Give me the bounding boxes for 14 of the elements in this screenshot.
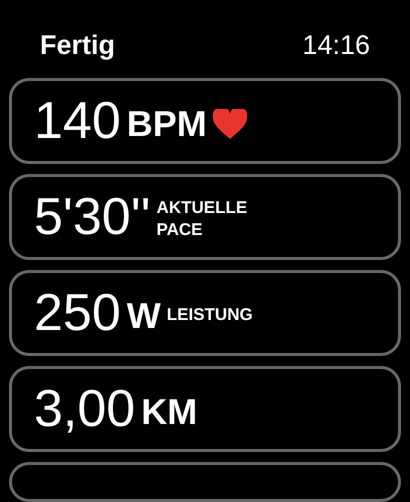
done-button[interactable]: Fertig <box>40 24 116 66</box>
metric-label: AKTUELLE PACE <box>156 196 248 241</box>
metric-label: LEISTUNG <box>166 304 254 326</box>
metric-value: 5'30'' <box>34 191 151 243</box>
metric-value: 250 <box>34 287 121 339</box>
metric-unit: KM <box>141 394 198 430</box>
heart-icon <box>212 109 247 139</box>
metric-card[interactable]: 3,00 KM <box>9 366 401 452</box>
metric-value: 140 <box>34 95 121 147</box>
clock-time: 14:16 <box>302 28 370 62</box>
metric-unit: BPM <box>126 106 207 142</box>
metric-value: 3,00 <box>34 383 136 435</box>
metric-card[interactable]: 140 BPM <box>9 78 401 164</box>
metric-unit: W <box>126 298 161 334</box>
